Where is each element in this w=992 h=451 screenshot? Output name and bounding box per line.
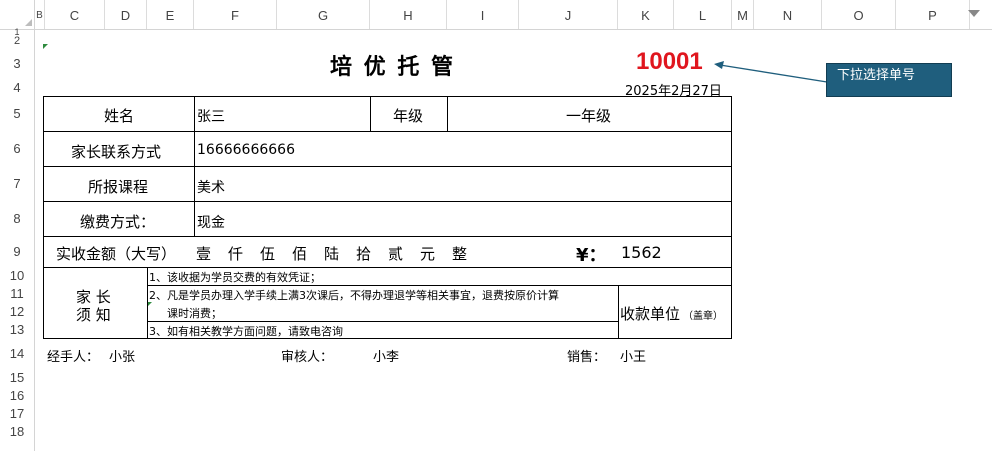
grade-value[interactable]: 一年级 xyxy=(566,105,611,126)
name-label: 姓名 xyxy=(104,107,135,125)
column-header-bar: B C D E F G H I J K L M N O P xyxy=(0,0,992,30)
table-line xyxy=(147,285,732,286)
amount-value[interactable]: 1562 xyxy=(621,243,662,262)
row-header-3[interactable]: 3 xyxy=(0,47,34,80)
table-line xyxy=(147,321,618,322)
row-header-bar: 1 2 3 4 5 6 7 8 9 10 11 12 13 14 15 16 1… xyxy=(0,28,35,451)
row-header-7[interactable]: 7 xyxy=(0,166,34,201)
column-header-i[interactable]: I xyxy=(447,0,519,29)
row-header-14[interactable]: 14 xyxy=(0,339,34,369)
column-header-h[interactable]: H xyxy=(370,0,447,29)
column-header-k[interactable]: K xyxy=(618,0,674,29)
table-line xyxy=(447,96,448,132)
row-header-2[interactable]: 2 xyxy=(0,35,34,47)
course-label: 所报课程 xyxy=(88,178,149,196)
callout-text: 下拉选择单号 xyxy=(837,68,916,83)
notice-item-1: 1、该收据为学员交费的有效凭证； xyxy=(149,271,321,284)
handler-value[interactable]: 小张 xyxy=(109,346,135,365)
grade-label: 年级 xyxy=(393,107,424,125)
column-header-j[interactable]: J xyxy=(519,0,618,29)
column-header-o[interactable]: O xyxy=(822,0,896,29)
column-header-p[interactable]: P xyxy=(896,0,970,29)
row-header-11[interactable]: 11 xyxy=(0,285,34,303)
collapse-ribbon-icon[interactable] xyxy=(968,10,980,17)
column-header-m[interactable]: M xyxy=(732,0,754,29)
column-header-l[interactable]: L xyxy=(674,0,732,29)
course-value[interactable]: 美术 xyxy=(197,177,225,197)
select-all-triangle-icon xyxy=(25,19,32,26)
notice-item-2: 2、凡是学员办理入学手续上满3次课后，不得办理退学等相关事宜，退费按原价计算 xyxy=(149,289,559,302)
reviewer-label: 审核人： xyxy=(281,350,334,365)
table-border-right xyxy=(731,96,732,339)
table-line xyxy=(618,285,619,339)
sales-value[interactable]: 小王 xyxy=(620,346,646,365)
row-header-18[interactable]: 18 xyxy=(0,423,34,441)
table-line xyxy=(147,267,148,339)
column-header-g[interactable]: G xyxy=(277,0,370,29)
receipt-title: 培 优 托 管 xyxy=(330,54,455,80)
table-border-left xyxy=(43,96,44,339)
column-header-b[interactable]: B xyxy=(35,0,45,29)
callout-box[interactable]: 下拉选择单号 xyxy=(826,63,952,97)
row-header-16[interactable]: 16 xyxy=(0,387,34,405)
receiver-stamp-note: （盖章） xyxy=(683,311,723,322)
table-line xyxy=(43,236,732,237)
row-header-8[interactable]: 8 xyxy=(0,201,34,236)
receiver-label: 收款单位 xyxy=(620,305,681,323)
row-header-9[interactable]: 9 xyxy=(0,236,34,267)
table-line xyxy=(43,131,732,132)
table-line xyxy=(194,96,195,237)
payment-label: 缴费方式： xyxy=(80,213,156,231)
reviewer-value[interactable]: 小李 xyxy=(373,346,399,365)
row-header-12[interactable]: 12 xyxy=(0,303,34,321)
notice-label-line2: 须 知 xyxy=(76,306,111,324)
column-header-n[interactable]: N xyxy=(754,0,822,29)
select-all-corner[interactable] xyxy=(0,0,35,29)
notice-item-3: 3、如有相关教学方面问题，请致电咨询 xyxy=(149,325,343,338)
notice-item-2-continued: 课时消费； xyxy=(167,307,222,320)
handler-label: 经手人： xyxy=(47,350,100,365)
row-header-17[interactable]: 17 xyxy=(0,405,34,423)
contact-label: 家长联系方式 xyxy=(71,143,162,161)
table-border-top xyxy=(43,96,732,97)
column-header-e[interactable]: E xyxy=(147,0,194,29)
row-header-10[interactable]: 10 xyxy=(0,267,34,285)
receipt-number-dropdown[interactable]: 10001 xyxy=(636,48,703,76)
amount-in-words[interactable]: 壹 仟 伍 佰 陆 拾 贰 元 整 xyxy=(196,243,468,264)
column-header-f[interactable]: F xyxy=(194,0,277,29)
table-line xyxy=(43,201,732,202)
row-header-13[interactable]: 13 xyxy=(0,321,34,339)
table-line xyxy=(43,166,732,167)
cell-note-marker-icon xyxy=(43,44,48,49)
column-header-c[interactable]: C xyxy=(45,0,105,29)
row-header-4[interactable]: 4 xyxy=(0,80,34,95)
payment-value[interactable]: 现金 xyxy=(197,212,225,232)
row-header-15[interactable]: 15 xyxy=(0,369,34,387)
name-value[interactable]: 张三 xyxy=(197,106,225,126)
callout-arrow-icon xyxy=(714,61,828,83)
column-header-d[interactable]: D xyxy=(105,0,147,29)
table-line xyxy=(370,96,371,132)
currency-symbol: ¥： xyxy=(576,245,607,266)
sales-label: 销售： xyxy=(567,350,607,365)
row-header-5[interactable]: 5 xyxy=(0,96,34,131)
amount-label: 实收金额（大写） xyxy=(56,245,177,263)
row-header-6[interactable]: 6 xyxy=(0,131,34,166)
contact-value[interactable]: 16666666666 xyxy=(197,142,295,158)
